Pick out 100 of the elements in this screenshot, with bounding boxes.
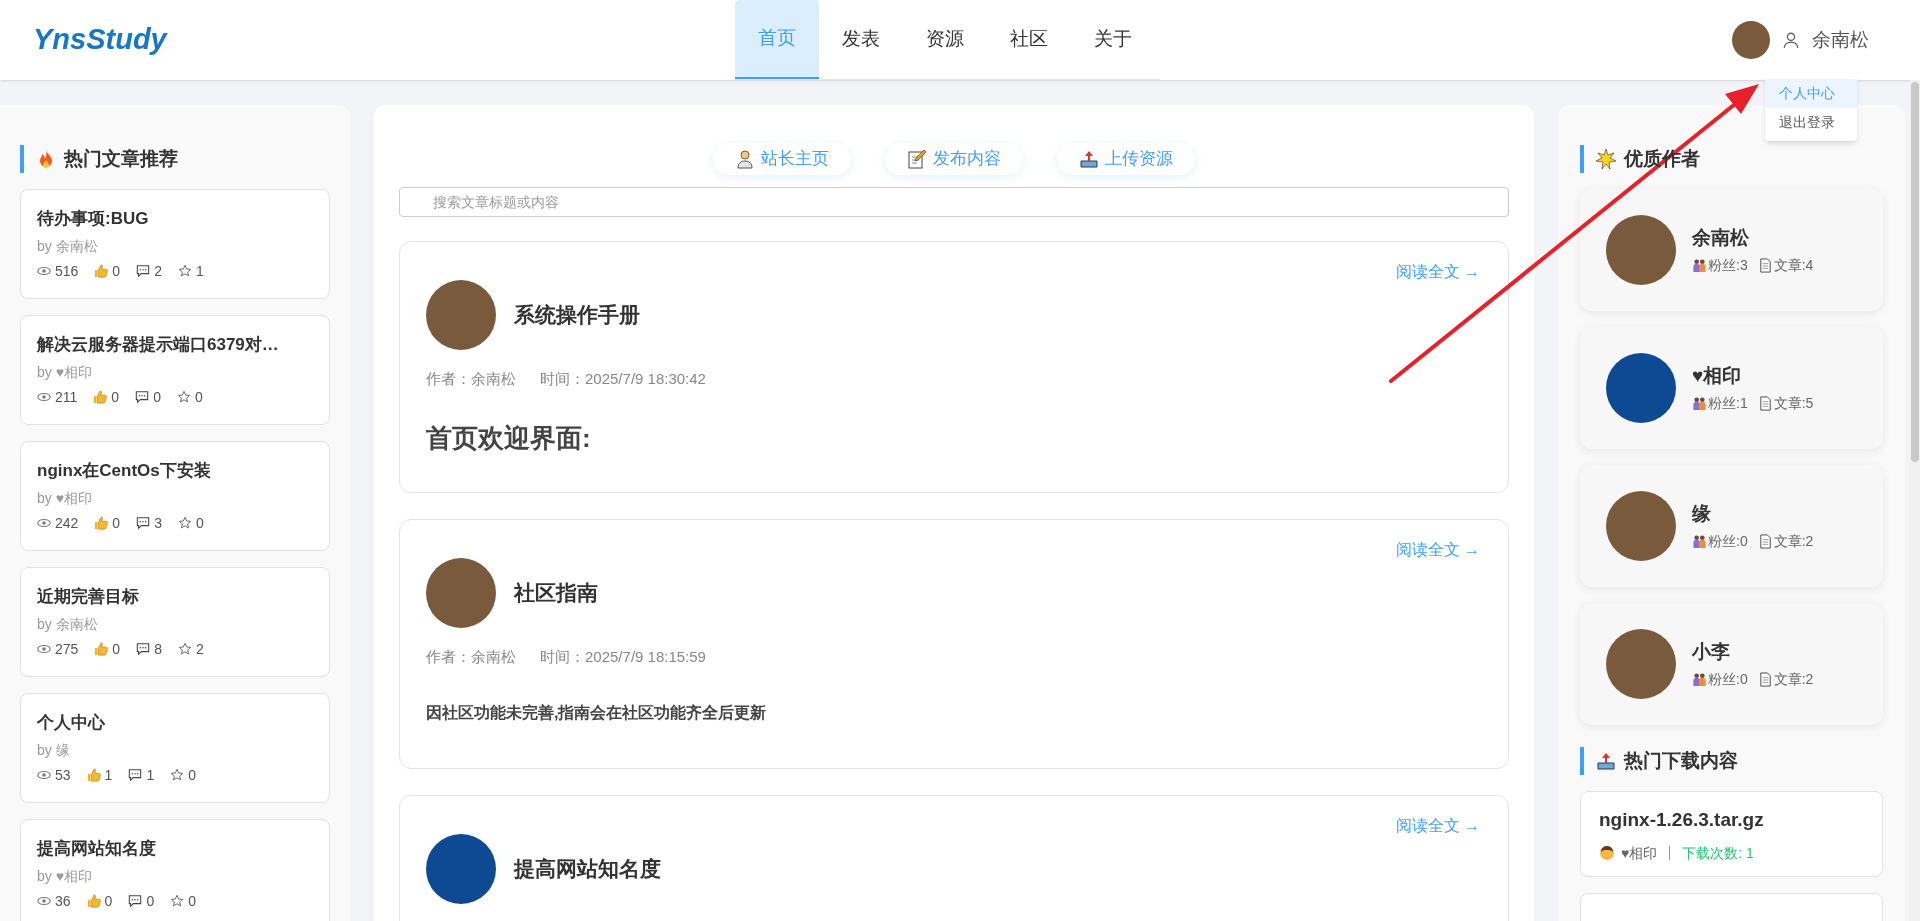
view-count: 516	[55, 261, 79, 281]
like-count: 0	[104, 891, 113, 911]
download-tray-icon	[1596, 751, 1616, 771]
article-title[interactable]: 解决云服务器提示端口6379对…	[37, 332, 313, 358]
post-time: 时间：2025/7/9 18:30:42	[540, 369, 706, 389]
article-title[interactable]: 提高网站知名度	[37, 836, 313, 862]
nav-tab[interactable]: 发表	[819, 0, 903, 79]
author-card[interactable]: ♥相印 粉丝:1 文章:5	[1580, 327, 1883, 449]
star-icon	[170, 768, 185, 782]
like-count: 0	[111, 387, 120, 407]
favorite-count: 0	[188, 765, 196, 785]
site-logo[interactable]: YnsStudy	[33, 18, 735, 62]
post-time: 时间：2025/7/9 18:15:59	[540, 647, 706, 667]
people-icon	[1692, 533, 1707, 549]
thumbs-up-icon	[93, 390, 108, 404]
article-title[interactable]: nginx在CentOs下安装	[37, 458, 313, 484]
post-title[interactable]: 系统操作手册	[514, 299, 640, 331]
post-title[interactable]: 提高网站知名度	[514, 853, 661, 885]
comment-icon	[135, 390, 150, 404]
author-name: 缘	[1692, 502, 1712, 527]
file-name: nginx-1.26.3.tar.gz	[1599, 808, 1765, 832]
follower-count: 粉丝:3	[1708, 255, 1748, 275]
scrollbar-thumb[interactable]	[1911, 82, 1919, 462]
view-count: 275	[55, 639, 79, 659]
article-author: by ♥相印	[37, 866, 93, 886]
article-count: 文章:2	[1773, 669, 1814, 689]
view-count: 53	[55, 765, 71, 785]
eye-icon	[37, 390, 51, 404]
article-card[interactable]: 解决云服务器提示端口6379对… by ♥相印 211 0 0 0	[20, 315, 330, 425]
thumbs-up-icon	[94, 642, 109, 656]
person-icon	[1599, 845, 1615, 861]
document-icon	[1757, 257, 1773, 273]
article-author: by ♥相印	[37, 488, 93, 508]
nav-tab[interactable]: 资源	[903, 0, 987, 79]
post-title[interactable]: 社区指南	[514, 577, 598, 609]
star-icon	[170, 894, 185, 908]
nav-tab[interactable]: 社区	[987, 0, 1071, 79]
star-icon	[177, 264, 192, 278]
follower-count: 粉丝:0	[1708, 531, 1748, 551]
comment-icon	[136, 516, 151, 530]
article-title[interactable]: 待办事项:BUG	[37, 206, 313, 232]
like-count: 0	[112, 513, 121, 533]
nav-tab[interactable]: 关于	[1071, 0, 1155, 79]
people-icon	[1692, 257, 1707, 273]
eye-icon	[37, 768, 51, 782]
article-count: 文章:4	[1773, 255, 1814, 275]
star-burst-icon	[1596, 149, 1616, 169]
view-count: 242	[55, 513, 79, 533]
comment-icon	[136, 264, 151, 278]
article-title[interactable]: 个人中心	[37, 710, 313, 736]
upload-tray-icon	[1079, 149, 1099, 169]
uploader-name: ♥相印	[1621, 843, 1658, 863]
section-title: 热门下载内容	[1624, 748, 1738, 773]
user-icon	[1782, 31, 1800, 49]
author-card[interactable]: 缘 粉丝:0 文章:2	[1580, 465, 1883, 587]
thumbs-up-icon	[94, 264, 109, 278]
comment-count: 2	[154, 261, 162, 281]
article-card[interactable]: nginx在CentOs下安装 by ♥相印 242 0 3 0	[20, 441, 330, 551]
notepad-icon	[907, 149, 927, 169]
article-count: 文章:2	[1773, 531, 1814, 551]
comment-count: 0	[153, 387, 161, 407]
thumbs-up-icon	[86, 894, 101, 908]
comment-icon	[128, 768, 143, 782]
user-name[interactable]: 余南松	[1812, 25, 1869, 55]
favorite-count: 1	[195, 261, 204, 281]
article-card[interactable]: 待办事项:BUG by 余南松 516 0 2 1	[20, 189, 330, 299]
menu-item[interactable]: 退出登录	[1765, 108, 1857, 137]
thumbs-up-icon	[94, 516, 109, 530]
star-icon	[176, 390, 191, 404]
avatar-photo-placeholder[interactable]	[1732, 21, 1770, 59]
author-card[interactable]: 小李 粉丝:0 文章:2	[1580, 603, 1883, 725]
star-icon	[177, 516, 192, 530]
author-name: 余南松	[1692, 226, 1750, 251]
favorite-count: 2	[195, 639, 204, 659]
like-count: 1	[104, 765, 113, 785]
download-card[interactable]: nginx-1.26.3.tar.gz ♥相印 下载次数: 1	[1580, 791, 1883, 877]
document-icon	[1757, 671, 1773, 687]
search-field[interactable]: 搜索文章标题或内容	[399, 187, 1509, 217]
document-icon	[1757, 395, 1773, 411]
eye-icon	[37, 894, 51, 908]
document-icon	[1757, 533, 1773, 549]
post-author: 作者：余南松	[426, 369, 516, 389]
like-count: 0	[112, 639, 121, 659]
eye-icon	[37, 642, 51, 656]
article-author: by 余南松	[37, 614, 99, 634]
follower-count: 粉丝:1	[1708, 393, 1748, 413]
favorite-count: 0	[194, 387, 203, 407]
favorite-count: 0	[195, 513, 204, 533]
comment-count: 3	[154, 513, 162, 533]
article-title[interactable]: 近期完善目标	[37, 584, 313, 610]
article-card[interactable]: 近期完善目标 by 余南松 275 0 8 2	[20, 567, 330, 677]
people-icon	[1692, 671, 1707, 687]
eye-icon	[37, 516, 51, 530]
post-author: 作者：余南松	[426, 647, 516, 667]
favorite-count: 0	[188, 891, 196, 911]
star-icon	[177, 642, 192, 656]
article-card[interactable]: 提高网站知名度 by ♥相印 36 0 0 0	[20, 819, 330, 921]
article-count: 文章:5	[1773, 393, 1814, 413]
article-card[interactable]: 个人中心 by 缘 53 1 1 0	[20, 693, 330, 803]
author-card[interactable]: 余南松 粉丝:3 文章:4	[1580, 189, 1883, 311]
